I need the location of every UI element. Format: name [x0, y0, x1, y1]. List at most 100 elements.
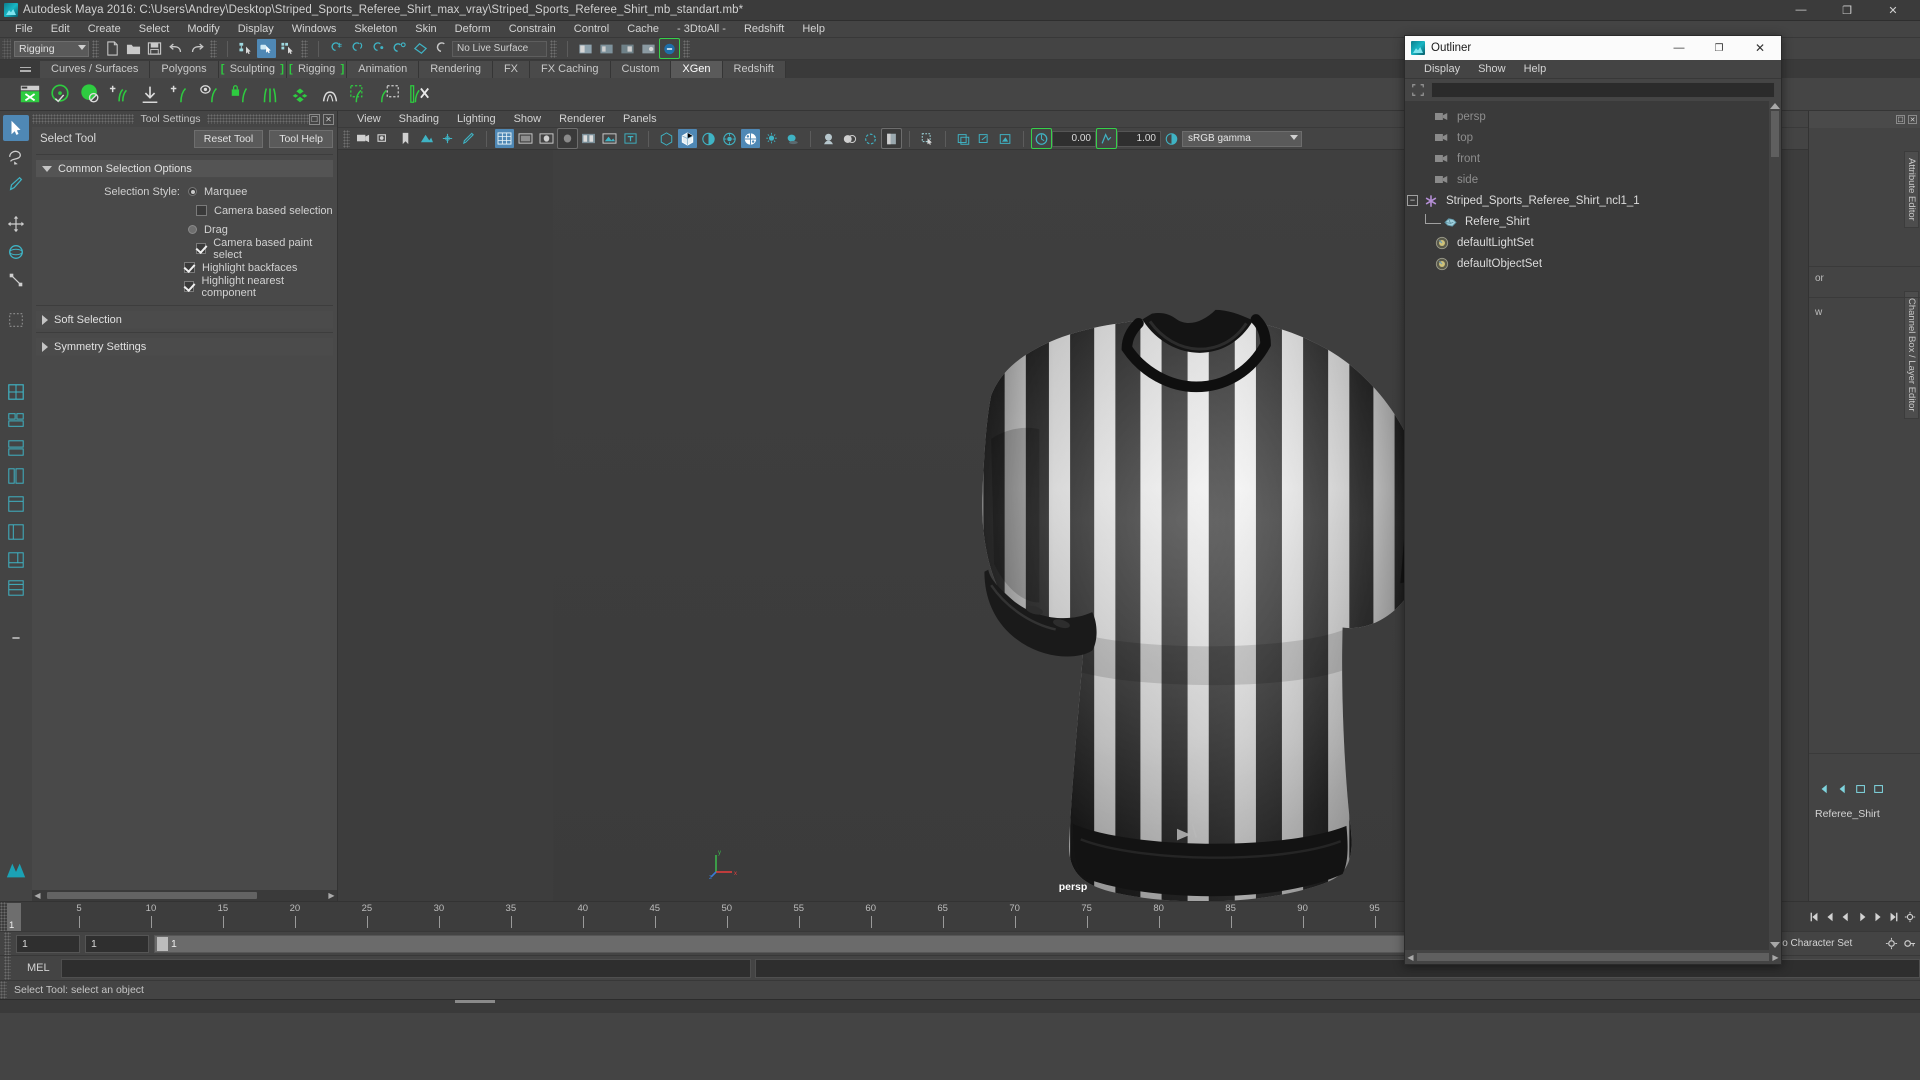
xgen-sphere-icon[interactable] [48, 82, 72, 106]
xgen-filled-sphere-icon[interactable] [78, 82, 102, 106]
frame-header-symmetry-settings[interactable]: Symmetry Settings [36, 338, 333, 356]
select-component-icon[interactable] [278, 39, 297, 58]
gate-mask-icon[interactable] [558, 129, 577, 148]
menu-edit[interactable]: Edit [42, 21, 79, 38]
step-back-icon[interactable] [1823, 910, 1836, 923]
range-current-field[interactable]: 1 [85, 935, 149, 953]
radio-drag[interactable] [188, 225, 197, 234]
maya-bookmark-icon[interactable] [3, 857, 29, 883]
use-lights-icon[interactable] [762, 129, 781, 148]
xgen-multi-guides-icon[interactable] [258, 82, 282, 106]
menu-windows[interactable]: Windows [283, 21, 346, 38]
xgen-select-region-icon[interactable] [348, 82, 372, 106]
color-management-icon[interactable] [882, 129, 901, 148]
minimize-button[interactable]: — [1778, 0, 1824, 21]
scroll-thumb[interactable] [47, 892, 257, 899]
smooth-shading-icon[interactable] [678, 129, 697, 148]
screen-space-ao-icon[interactable] [819, 129, 838, 148]
outliner-scroll-thumb[interactable] [1771, 111, 1779, 157]
snap-to-point-icon[interactable] [369, 39, 388, 58]
xgen-density-icon[interactable] [288, 82, 312, 106]
menu-modify[interactable]: Modify [178, 21, 228, 38]
rangebar-grip[interactable] [4, 932, 11, 955]
film-gate-display-icon[interactable] [579, 129, 598, 148]
smooth-shade-all-icon[interactable] [699, 129, 718, 148]
outliner-scroll-right-icon[interactable]: ▶ [1770, 953, 1781, 962]
outliner-tree[interactable]: persptopfrontside−Striped_Sports_Referee… [1405, 101, 1781, 950]
save-scene-icon[interactable] [145, 39, 164, 58]
xray-icon[interactable] [954, 129, 973, 148]
range-handle-left[interactable] [157, 937, 168, 951]
outliner-menu-show[interactable]: Show [1469, 63, 1515, 75]
anti-alias-icon[interactable] [861, 129, 880, 148]
close-button[interactable]: ✕ [1870, 0, 1916, 21]
outliner-item[interactable]: defaultLightSet [1405, 232, 1781, 253]
exposure-field[interactable]: 0.00 [1052, 131, 1096, 147]
select-tool-icon[interactable] [3, 115, 29, 141]
toolsettings-hscrollbar[interactable]: ◀ ▶ [32, 890, 337, 901]
menu-deform[interactable]: Deform [446, 21, 500, 38]
go-to-end-icon[interactable] [1887, 910, 1900, 923]
resolution-gate-icon[interactable] [537, 129, 556, 148]
xray-active-components-icon[interactable] [996, 129, 1015, 148]
layout-preset-2-icon[interactable] [3, 435, 29, 461]
outliner-close-button[interactable]: ✕ [1739, 36, 1781, 60]
xgen-lock-guide-icon[interactable] [228, 82, 252, 106]
step-forward-icon[interactable] [1871, 910, 1884, 923]
selection-frame-icon[interactable] [1411, 83, 1425, 97]
shadows-icon[interactable] [783, 129, 802, 148]
texture-display-icon[interactable] [741, 129, 760, 148]
current-time-indicator[interactable]: 1 [7, 903, 21, 931]
gamma-reset-icon[interactable] [1097, 129, 1116, 148]
menu-skin[interactable]: Skin [406, 21, 445, 38]
layout-preset-4-icon[interactable] [3, 491, 29, 517]
scroll-down-icon[interactable] [1770, 942, 1780, 948]
select-hierarchy-icon[interactable] [236, 39, 255, 58]
menu-constrain[interactable]: Constrain [500, 21, 565, 38]
viewport-menu-lighting[interactable]: Lighting [448, 113, 505, 125]
shelf-tab-fx-caching[interactable]: FX Caching [530, 61, 610, 78]
xgen-editor-icon[interactable] [18, 82, 42, 106]
outliner-expand-toggle[interactable]: − [1407, 195, 1418, 206]
outliner-maximize-button[interactable]: ❐ [1699, 36, 1739, 60]
xgen-eye-guide-icon[interactable] [198, 82, 222, 106]
menu-help[interactable]: Help [793, 21, 834, 38]
tab-attribute-editor[interactable]: Attribute Editor [1904, 151, 1919, 228]
menu-set-selector[interactable]: Rigging [14, 41, 89, 57]
xray-joints-icon[interactable] [975, 129, 994, 148]
right-panel-float-icon[interactable]: ☐ [1896, 115, 1905, 124]
scroll-up-icon[interactable] [1770, 103, 1780, 109]
menu-redshift[interactable]: Redshift [735, 21, 793, 38]
shelf-tab-sculpting[interactable]: Sculpting [219, 61, 287, 78]
snap-to-grid-icon[interactable] [327, 39, 346, 58]
xgen-marquee-icon[interactable] [378, 82, 402, 106]
paint-select-tool-icon[interactable] [3, 171, 29, 197]
film-gate-icon[interactable] [516, 129, 535, 148]
statusbar-grip[interactable] [0, 981, 7, 1000]
shelf-tab-rigging[interactable]: Rigging [287, 61, 347, 78]
text-display-icon[interactable] [621, 129, 640, 148]
shelf-tab-xgen[interactable]: XGen [671, 61, 722, 78]
auto-key-icon[interactable] [1903, 937, 1916, 950]
image-plane-icon[interactable] [417, 129, 436, 148]
outliner-item[interactable]: defaultObjectSet [1405, 253, 1781, 274]
rotate-tool-icon[interactable] [3, 239, 29, 265]
shelf-tab-polygons[interactable]: Polygons [150, 61, 218, 78]
play-backwards-icon[interactable] [1839, 910, 1852, 923]
outliner-item[interactable]: front [1405, 148, 1781, 169]
maximize-button[interactable]: ❐ [1824, 0, 1870, 21]
render-sequence-icon[interactable] [597, 39, 616, 58]
checkbox-highlight-nearest-component[interactable] [184, 281, 194, 292]
outliner-menu-display[interactable]: Display [1415, 63, 1469, 75]
outliner-hscroll-thumb[interactable] [1417, 953, 1769, 961]
gamma-field[interactable]: 1.00 [1117, 131, 1161, 147]
shelf-tab-rendering[interactable]: Rendering [419, 61, 493, 78]
viewport-menu-view[interactable]: View [348, 113, 390, 125]
bookmark-flag-icon[interactable] [396, 129, 415, 148]
checkbox-camera-based-paint-select[interactable] [196, 243, 206, 254]
outliner-vscrollbar[interactable] [1769, 101, 1781, 950]
menu-select[interactable]: Select [130, 21, 179, 38]
menu-file[interactable]: File [6, 21, 42, 38]
viewport-menu-renderer[interactable]: Renderer [550, 113, 614, 125]
layout-minimize-icon[interactable] [3, 625, 29, 651]
